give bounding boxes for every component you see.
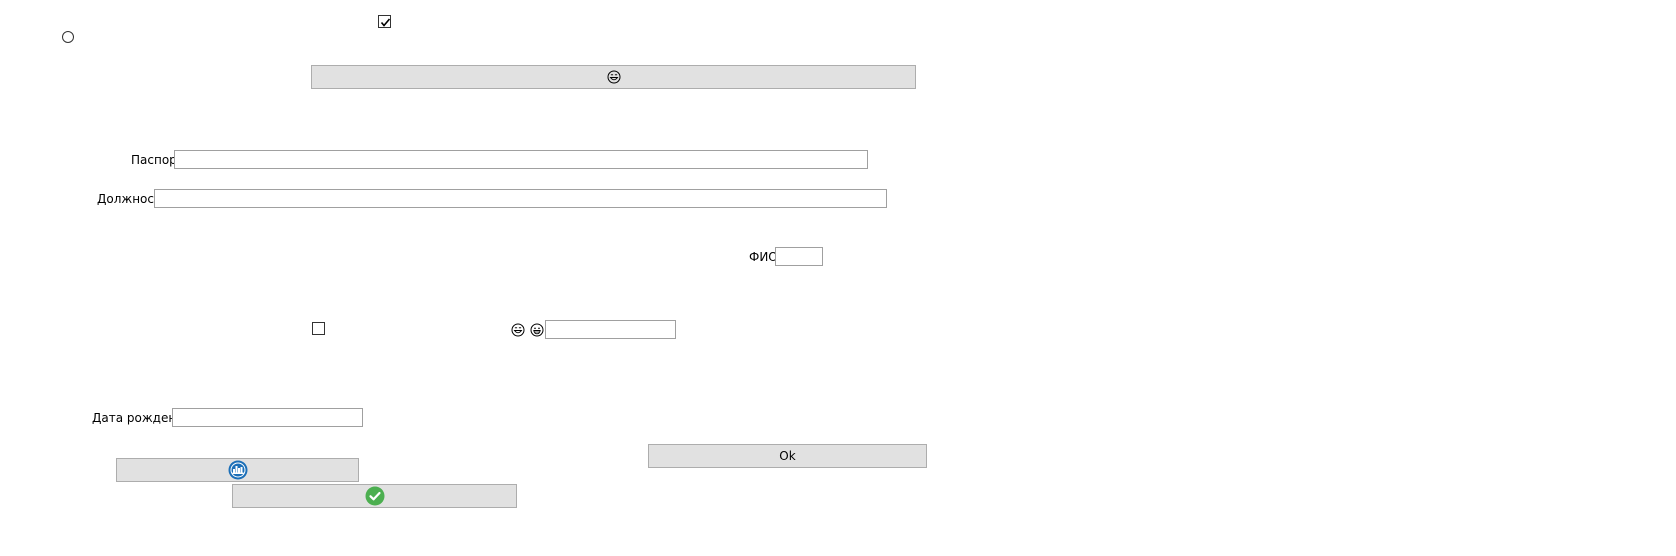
radio-button[interactable] bbox=[62, 31, 74, 43]
city-button[interactable] bbox=[116, 458, 359, 482]
birthdate-field[interactable] bbox=[172, 408, 363, 427]
passport-field[interactable] bbox=[174, 150, 868, 169]
position-field[interactable] bbox=[154, 189, 887, 208]
confirm-button[interactable] bbox=[232, 484, 517, 508]
ok-button[interactable]: Ok bbox=[648, 444, 927, 468]
emoji-wide-button[interactable] bbox=[311, 65, 916, 89]
grinning-face-icon bbox=[607, 70, 620, 84]
fio-label: ФИО bbox=[749, 250, 778, 264]
checkmark-icon bbox=[380, 18, 391, 27]
emoji-text-field[interactable] bbox=[545, 320, 676, 339]
check-circle-icon bbox=[365, 486, 384, 506]
ok-button-label: Ok bbox=[779, 449, 796, 463]
top-checkbox[interactable] bbox=[378, 15, 391, 28]
fio-field[interactable] bbox=[775, 247, 823, 266]
city-skyline-icon bbox=[228, 460, 247, 480]
middle-checkbox[interactable] bbox=[312, 322, 325, 335]
grinning-face-icon bbox=[511, 323, 525, 337]
smiling-face-icon bbox=[530, 323, 544, 337]
